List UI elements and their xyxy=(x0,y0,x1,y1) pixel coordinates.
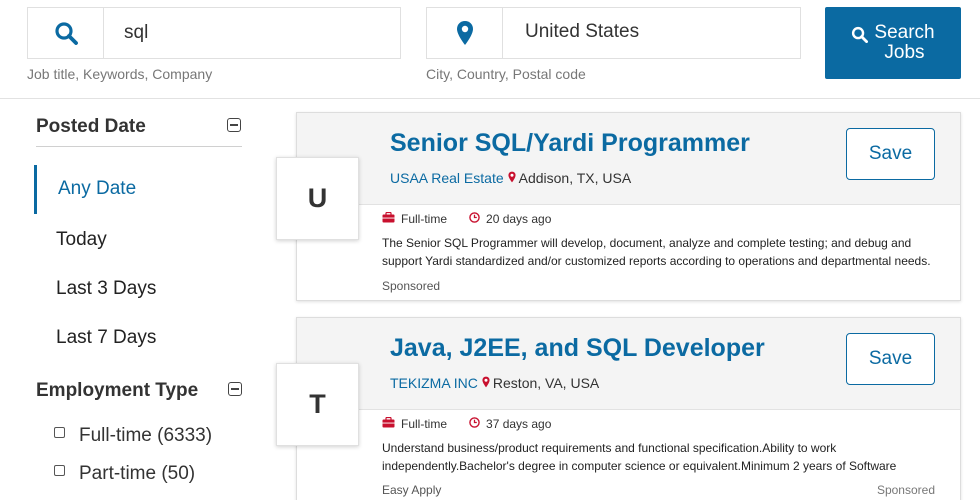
search-jobs-label: Search Jobs xyxy=(874,23,934,63)
location-input-value[interactable]: United States xyxy=(525,21,639,43)
date-option-last-3-days[interactable]: Last 3 Days xyxy=(56,278,156,300)
date-option-any[interactable]: Any Date xyxy=(58,178,136,200)
save-job-button[interactable]: Save xyxy=(846,333,935,385)
company-link[interactable]: USAA Real Estate xyxy=(390,170,504,186)
job-card[interactable]: Java, J2EE, and SQL Developer TEKIZMA IN… xyxy=(296,317,961,500)
location-hint: City, Country, Postal code xyxy=(426,66,586,82)
search-bar: sql Job title, Keywords, Company United … xyxy=(0,0,980,99)
keyword-input-value[interactable]: sql xyxy=(124,22,148,44)
job-footer-label: Sponsored xyxy=(382,279,441,293)
sponsored-label: Sponsored xyxy=(876,483,935,497)
active-filter-indicator xyxy=(34,165,37,214)
job-posted: 20 days ago xyxy=(486,212,552,226)
map-pin-icon xyxy=(482,375,490,391)
employment-option-label: Part-time (50) xyxy=(79,463,196,484)
job-company-location: USAA Real Estate Addison, TX, USA xyxy=(390,170,631,186)
company-link[interactable]: TEKIZMA INC xyxy=(390,375,478,391)
employment-option-full-time[interactable]: Full-time (6333) xyxy=(54,425,212,447)
employment-option-part-time[interactable]: Part-time (50) xyxy=(54,463,195,485)
clock-icon xyxy=(469,417,480,431)
keyword-search-field[interactable]: sql xyxy=(27,7,401,59)
search-label-line2: Jobs xyxy=(884,42,925,63)
map-pin-icon xyxy=(508,170,516,186)
collapse-icon[interactable] xyxy=(228,382,242,396)
job-meta: Full-time 37 days ago xyxy=(382,416,552,431)
search-icon xyxy=(28,8,104,58)
checkbox[interactable] xyxy=(54,464,65,476)
job-title[interactable]: Senior SQL/Yardi Programmer xyxy=(390,129,750,158)
job-card[interactable]: Senior SQL/Yardi Programmer USAA Real Es… xyxy=(296,112,961,301)
keyword-hint: Job title, Keywords, Company xyxy=(27,66,213,82)
map-pin-icon xyxy=(427,8,503,58)
location-search-field[interactable]: United States xyxy=(426,7,801,59)
company-logo: T xyxy=(276,363,359,446)
save-job-button[interactable]: Save xyxy=(846,128,935,180)
employment-option-label: Full-time (6333) xyxy=(79,425,213,446)
checkbox[interactable] xyxy=(54,426,65,438)
briefcase-icon xyxy=(382,211,395,226)
job-company-location: TEKIZMA INC Reston, VA, USA xyxy=(390,375,599,391)
job-posted: 37 days ago xyxy=(486,417,552,431)
employment-type-heading: Employment Type xyxy=(36,380,199,401)
job-title[interactable]: Java, J2EE, and SQL Developer xyxy=(390,334,765,363)
job-location: Addison, TX, USA xyxy=(518,170,632,186)
collapse-icon[interactable] xyxy=(227,118,241,132)
briefcase-icon xyxy=(382,416,395,431)
search-jobs-button[interactable]: Search Jobs xyxy=(825,7,961,79)
job-description: Understand business/product requirements… xyxy=(382,441,897,473)
job-meta: Full-time 20 days ago xyxy=(382,211,552,226)
posted-date-heading: Posted Date xyxy=(36,116,146,137)
job-type: Full-time xyxy=(401,417,448,431)
company-logo: U xyxy=(276,157,359,240)
search-icon xyxy=(851,26,869,48)
job-description: The Senior SQL Programmer will develop, … xyxy=(382,236,931,268)
search-label-line1: Search xyxy=(874,22,935,43)
easy-apply-label[interactable]: Easy Apply xyxy=(382,483,441,497)
date-option-last-7-days[interactable]: Last 7 Days xyxy=(56,327,156,349)
clock-icon xyxy=(469,212,480,226)
divider xyxy=(36,146,242,147)
job-location: Reston, VA, USA xyxy=(492,375,600,391)
job-type: Full-time xyxy=(401,212,448,226)
date-option-today[interactable]: Today xyxy=(56,229,107,251)
